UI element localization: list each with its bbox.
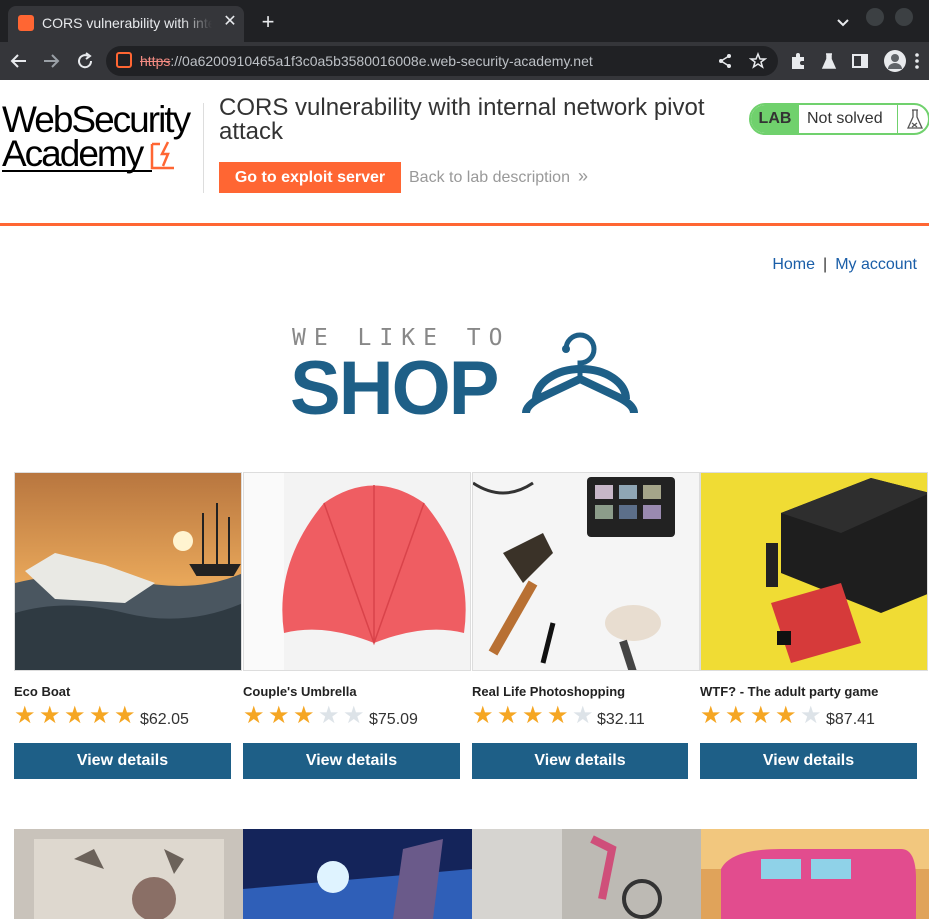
star-icon: ★ bbox=[725, 702, 747, 729]
star-icon: ★ bbox=[243, 702, 265, 729]
product-image[interactable] bbox=[14, 829, 243, 919]
url-host: ://0a6200910465a1f3c0a5b3580016008e.web-… bbox=[170, 53, 593, 69]
lab-title: CORS vulnerability with internal network… bbox=[219, 94, 705, 145]
close-tab-icon[interactable]: ✕ bbox=[220, 12, 240, 32]
share-icon[interactable] bbox=[716, 52, 734, 70]
address-bar[interactable]: https://0a6200910465a1f3c0a5b3580016008e… bbox=[106, 46, 778, 76]
shop-banner: WE LIKE TO SHOP bbox=[290, 325, 650, 431]
product-price: $87.41 bbox=[826, 711, 875, 728]
star-icon: ★ bbox=[293, 702, 315, 729]
view-details-button[interactable]: View details bbox=[472, 743, 688, 779]
product-rating: ★ ★ ★ ★ ★ bbox=[700, 704, 825, 728]
flask-icon bbox=[897, 105, 928, 133]
double-chevron-right-icon: » bbox=[578, 166, 589, 186]
star-icon: ★ bbox=[64, 702, 86, 729]
logo-underline bbox=[2, 170, 152, 172]
star-icon: ★ bbox=[522, 702, 544, 729]
arrow-right-icon[interactable] bbox=[40, 50, 62, 72]
lightning-favicon-icon bbox=[18, 15, 34, 31]
star-icon: ★ bbox=[343, 702, 365, 729]
my-account-link[interactable]: My account bbox=[835, 256, 917, 273]
product-image[interactable] bbox=[472, 829, 701, 919]
star-icon: ★ bbox=[114, 702, 136, 729]
header-rule bbox=[0, 223, 929, 226]
star-icon: ★ bbox=[572, 702, 594, 729]
product-name: Couple's Umbrella bbox=[243, 684, 357, 699]
profile-icon[interactable] bbox=[884, 50, 906, 72]
window-minimize-icon[interactable] bbox=[866, 8, 884, 26]
arrow-left-icon[interactable] bbox=[8, 50, 30, 72]
tab-title: CORS vulnerability with internal network… bbox=[42, 15, 212, 31]
lab-status-text: Not solved bbox=[807, 110, 883, 127]
view-details-button[interactable]: View details bbox=[14, 743, 231, 779]
product-price: $62.05 bbox=[140, 711, 189, 728]
window-maximize-icon[interactable] bbox=[895, 8, 913, 26]
home-link[interactable]: Home bbox=[772, 256, 815, 273]
browser-tab[interactable]: CORS vulnerability with internal network… bbox=[8, 6, 244, 42]
lab-badge: LAB bbox=[751, 105, 799, 133]
product-name: Real Life Photoshopping bbox=[472, 684, 626, 699]
view-details-button[interactable]: View details bbox=[700, 743, 917, 779]
star-icon: ★ bbox=[800, 702, 822, 729]
product-price: $75.09 bbox=[369, 711, 418, 728]
star-icon: ★ bbox=[14, 702, 36, 729]
star-icon: ★ bbox=[39, 702, 61, 729]
not-secure-icon[interactable] bbox=[116, 52, 132, 68]
chevron-down-icon[interactable] bbox=[832, 12, 854, 34]
browser-toolbar: https://0a6200910465a1f3c0a5b3580016008e… bbox=[0, 42, 929, 80]
product-rating: ★ ★ ★ ★ ★ bbox=[14, 704, 139, 728]
star-icon: ★ bbox=[700, 702, 722, 729]
banner-title: SHOP bbox=[290, 346, 499, 431]
star-icon: ★ bbox=[268, 702, 290, 729]
product-name: Eco Boat bbox=[14, 684, 71, 699]
clothes-hanger-icon bbox=[522, 332, 638, 414]
reload-icon[interactable] bbox=[74, 50, 96, 72]
product-image[interactable] bbox=[472, 472, 700, 671]
lightning-logo-icon bbox=[150, 141, 174, 170]
star-icon: ★ bbox=[775, 702, 797, 729]
header-divider bbox=[203, 103, 204, 193]
product-image[interactable] bbox=[243, 829, 472, 919]
star-icon: ★ bbox=[497, 702, 519, 729]
product-price: $32.11 bbox=[597, 711, 645, 728]
star-icon[interactable] bbox=[748, 51, 768, 70]
star-icon: ★ bbox=[472, 702, 494, 729]
puzzle-icon[interactable] bbox=[788, 51, 808, 71]
product-image[interactable] bbox=[14, 472, 242, 671]
star-icon: ★ bbox=[750, 702, 772, 729]
side-panel-icon[interactable] bbox=[850, 51, 870, 71]
star-icon: ★ bbox=[547, 702, 569, 729]
kebab-menu-icon[interactable] bbox=[910, 51, 924, 71]
url-text: https://0a6200910465a1f3c0a5b3580016008e… bbox=[140, 53, 593, 69]
browser-tab-bar: CORS vulnerability with internal network… bbox=[0, 0, 929, 42]
lab-status-widget: LAB Not solved bbox=[749, 103, 929, 135]
product-image[interactable] bbox=[700, 472, 928, 671]
star-icon: ★ bbox=[318, 702, 340, 729]
back-to-lab-description-link[interactable]: Back to lab description bbox=[409, 169, 570, 187]
product-image[interactable] bbox=[701, 829, 929, 919]
flask-icon[interactable] bbox=[819, 51, 839, 71]
new-tab-icon[interactable]: + bbox=[256, 10, 280, 34]
product-image[interactable] bbox=[243, 472, 471, 671]
product-name: WTF? - The adult party game bbox=[700, 684, 879, 699]
web-security-academy-logo[interactable]: WebSecurity Academy bbox=[2, 100, 202, 174]
go-to-exploit-server-button[interactable]: Go to exploit server bbox=[219, 162, 401, 193]
product-rating: ★ ★ ★ ★ ★ bbox=[472, 704, 597, 728]
nav-separator: | bbox=[823, 256, 828, 273]
product-rating: ★ ★ ★ ★ ★ bbox=[243, 704, 368, 728]
url-scheme: https bbox=[140, 53, 171, 69]
star-icon: ★ bbox=[89, 702, 111, 729]
site-nav: Home | My account bbox=[772, 256, 917, 274]
view-details-button[interactable]: View details bbox=[243, 743, 460, 779]
